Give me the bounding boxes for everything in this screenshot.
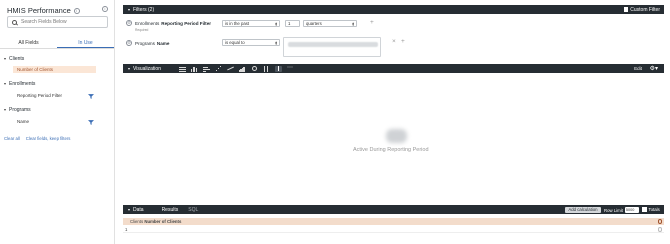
map-icon[interactable] bbox=[263, 65, 270, 72]
filter-view-name: Enrollments bbox=[135, 20, 160, 26]
search-placeholder: Search Fields Below bbox=[21, 19, 67, 25]
select-value: is in the past bbox=[225, 21, 250, 26]
add-filter-icon[interactable]: + bbox=[401, 38, 405, 45]
select-arrows-icon: ▴ ▾ bbox=[275, 39, 277, 46]
row-limit: Row Limit 5000 bbox=[604, 207, 639, 213]
field-search-input[interactable]: Search Fields Below bbox=[7, 16, 108, 28]
filter-field-name: Name bbox=[156, 40, 170, 46]
view-label: Programs bbox=[9, 107, 31, 113]
filter-value-input[interactable]: 1 bbox=[285, 20, 300, 27]
column-chart-icon[interactable] bbox=[190, 66, 198, 72]
search-icon bbox=[12, 19, 17, 25]
select-value: quarters bbox=[306, 21, 322, 26]
select-value: is equal to bbox=[225, 40, 245, 45]
table-icon[interactable] bbox=[178, 66, 186, 72]
data-header-label: Data bbox=[133, 206, 144, 213]
scatter-chart-icon[interactable] bbox=[215, 65, 222, 72]
field-reporting-period-filter[interactable]: Reporting Period Filter bbox=[17, 93, 62, 98]
view-label: Clients bbox=[9, 56, 25, 62]
close-icon[interactable]: × bbox=[392, 38, 396, 45]
add-calculation-button[interactable]: Add calculation bbox=[565, 207, 601, 213]
explore-title: HMIS Performance i bbox=[7, 6, 80, 15]
custom-filter-label: Custom Filter bbox=[630, 6, 660, 13]
column-gear-icon[interactable] bbox=[657, 219, 662, 224]
totals-toggle[interactable]: Totals bbox=[642, 207, 660, 212]
field-program-name[interactable]: Name bbox=[17, 119, 29, 124]
info-icon[interactable] bbox=[657, 227, 662, 232]
single-value-caption: Active During Reporting Period bbox=[353, 147, 429, 153]
gear-icon[interactable]: ⚙ bbox=[126, 40, 132, 46]
chevron-down-icon bbox=[128, 208, 130, 211]
filters-section-header[interactable]: Filters (2) Custom Filter bbox=[123, 5, 664, 14]
field-tabs: All Fields In Use bbox=[0, 38, 114, 49]
custom-filter-toggle[interactable]: Custom Filter bbox=[623, 6, 660, 13]
chevron-down-icon bbox=[4, 83, 6, 85]
checkbox-icon bbox=[642, 207, 647, 212]
filter-row-reporting-period: ⚙ Enrollments Reporting Period Filter bbox=[126, 20, 211, 26]
left-links: Clear all Clear fields, keep filters bbox=[4, 136, 70, 141]
data-tabs: Results SQL bbox=[162, 207, 199, 213]
column-field-name: Number of Clients bbox=[144, 219, 182, 224]
input-value: 1 bbox=[288, 21, 291, 26]
filter-unit-select[interactable]: quarters ▴ ▾ bbox=[303, 20, 357, 27]
select-arrows-icon: ▴ ▾ bbox=[275, 20, 277, 27]
add-filter-icon[interactable]: + bbox=[370, 19, 374, 26]
visualization-section-header[interactable]: Visualization ⋯ Edit ⚙▾ bbox=[123, 64, 664, 73]
tab-in-use[interactable]: In Use bbox=[57, 38, 114, 48]
select-arrows-icon: ▴ ▾ bbox=[352, 20, 354, 27]
tab-results[interactable]: Results bbox=[162, 207, 179, 213]
filter-operator-select[interactable]: is in the past ▴ ▾ bbox=[222, 20, 280, 27]
tab-all-fields[interactable]: All Fields bbox=[0, 38, 57, 48]
visualization-header-label: Visualization bbox=[133, 65, 161, 72]
single-value-blurred bbox=[386, 129, 407, 143]
row-limit-label: Row Limit bbox=[604, 207, 623, 213]
view-programs[interactable]: Programs bbox=[4, 107, 31, 113]
bar-chart-icon[interactable] bbox=[202, 66, 210, 72]
single-value-icon[interactable] bbox=[274, 65, 282, 72]
field-number-of-clients[interactable]: Number of Clients bbox=[13, 66, 96, 73]
view-label: Enrollments bbox=[9, 81, 36, 87]
area-chart-icon[interactable] bbox=[238, 66, 246, 72]
clear-fields-keep-filters-link[interactable]: Clear fields, keep filters bbox=[26, 136, 71, 141]
chevron-down-icon bbox=[4, 109, 6, 111]
filter-operator-select[interactable]: is equal to ▴ ▾ bbox=[222, 39, 280, 46]
field-picker-panel: HMIS Performance i i Search Fields Below… bbox=[0, 0, 115, 244]
filters-header-label: Filters (2) bbox=[133, 6, 155, 13]
row-index: 1 bbox=[125, 227, 128, 232]
chevron-down-icon bbox=[128, 8, 130, 11]
explore-title-text: HMIS Performance bbox=[7, 6, 71, 15]
totals-label: Totals bbox=[648, 207, 660, 212]
redacted-value bbox=[288, 42, 378, 47]
visualization-type-icons: ⋯ bbox=[178, 65, 294, 72]
required-label: Required bbox=[135, 28, 149, 32]
view-enrollments[interactable]: Enrollments bbox=[4, 81, 35, 87]
edit-visualization-button[interactable]: Edit bbox=[634, 66, 642, 71]
filter-row-program-name: ⚙ Programs Name bbox=[126, 40, 169, 46]
line-chart-icon[interactable] bbox=[227, 66, 234, 72]
tab-sql[interactable]: SQL bbox=[188, 207, 198, 213]
visualization-gear-icon[interactable]: ⚙▾ bbox=[650, 65, 658, 72]
table-row: 1 bbox=[123, 226, 664, 233]
clear-all-link[interactable]: Clear all bbox=[4, 136, 20, 141]
info-icon[interactable]: i bbox=[73, 7, 80, 14]
filter-values-input[interactable] bbox=[283, 37, 381, 57]
gear-icon[interactable]: ⚙ bbox=[126, 20, 132, 26]
more-visualizations-icon[interactable]: ⋯ bbox=[287, 65, 294, 72]
filter-icon[interactable] bbox=[87, 93, 95, 99]
results-column-header[interactable]: Clients Number of Clients bbox=[123, 218, 664, 225]
help-icon[interactable]: i bbox=[102, 6, 108, 12]
view-clients[interactable]: Clients bbox=[4, 56, 24, 62]
row-limit-input[interactable]: 5000 bbox=[624, 207, 639, 213]
checkbox-icon bbox=[623, 7, 629, 12]
column-view-name: Clients bbox=[130, 219, 144, 224]
chevron-down-icon bbox=[128, 67, 130, 70]
filter-view-name: Programs bbox=[135, 40, 155, 46]
filter-icon[interactable] bbox=[87, 119, 95, 125]
pie-chart-icon[interactable] bbox=[251, 65, 258, 72]
filter-field-name: Reporting Period Filter bbox=[161, 20, 212, 26]
chevron-down-icon bbox=[4, 58, 6, 60]
